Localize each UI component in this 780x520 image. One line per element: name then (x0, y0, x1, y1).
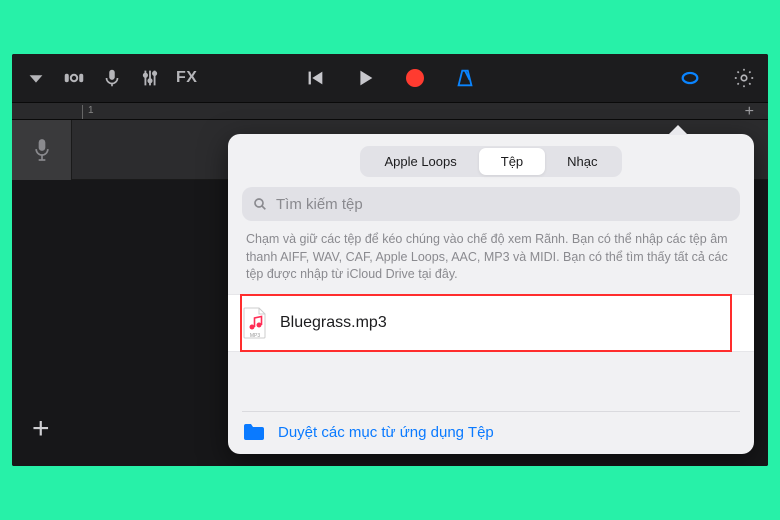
track-header[interactable] (12, 120, 72, 180)
tab-files[interactable]: Tệp (479, 148, 545, 175)
metronome-button[interactable] (453, 66, 477, 90)
add-section-button[interactable]: + (745, 103, 754, 121)
app-window: FX + (12, 54, 768, 466)
audio-file-icon: MP3 (242, 307, 268, 339)
svg-text:MP3: MP3 (250, 333, 261, 339)
search-field[interactable] (242, 187, 740, 221)
timeline-ruler[interactable]: + (12, 102, 768, 120)
microphone-icon[interactable] (100, 66, 124, 90)
hint-text: Chạm và giữ các tệp để kéo chúng vào chế… (228, 229, 754, 294)
tab-apple-loops[interactable]: Apple Loops (362, 148, 478, 175)
browse-files-button[interactable]: Duyệt các mục từ ứng dụng Tệp (242, 411, 740, 442)
folder-icon (242, 422, 266, 442)
record-button[interactable] (403, 66, 427, 90)
loop-browser-button[interactable] (678, 66, 702, 90)
rewind-button[interactable] (303, 66, 327, 90)
microphone-icon (32, 137, 52, 163)
settings-button[interactable] (732, 66, 756, 90)
top-toolbar: FX (12, 54, 768, 102)
search-input[interactable] (276, 196, 730, 213)
tab-music[interactable]: Nhạc (545, 148, 619, 175)
fx-button[interactable]: FX (176, 69, 197, 87)
track-view-button[interactable] (62, 66, 86, 90)
nav-menu-button[interactable] (24, 66, 48, 90)
play-button[interactable] (353, 66, 377, 90)
file-name-label: Bluegrass.mp3 (280, 314, 387, 332)
add-track-button[interactable]: + (32, 412, 50, 446)
popover-tabs: Apple Loops Tệp Nhạc (228, 134, 754, 187)
browse-label: Duyệt các mục từ ứng dụng Tệp (278, 424, 494, 441)
sliders-icon[interactable] (138, 66, 162, 90)
loop-browser-popover: Apple Loops Tệp Nhạc Chạm và giữ các tệp… (228, 134, 754, 454)
segmented-control: Apple Loops Tệp Nhạc (360, 146, 621, 177)
file-item[interactable]: MP3 Bluegrass.mp3 (228, 294, 754, 352)
search-icon (252, 196, 268, 212)
